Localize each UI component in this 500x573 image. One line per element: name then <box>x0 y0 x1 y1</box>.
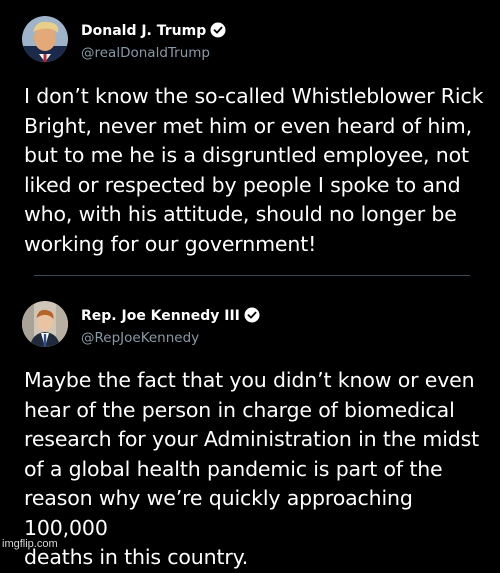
author-name[interactable]: Rep. Joe Kennedy III <box>81 308 240 324</box>
avatar-kennedy-image <box>22 301 68 347</box>
avatar[interactable] <box>22 16 68 62</box>
avatar[interactable] <box>22 301 68 347</box>
tweet-text: I don’t know the so-called Whistleblower… <box>24 84 484 256</box>
author-handle[interactable]: @realDonaldTrump <box>81 45 226 61</box>
avatar-trump-image <box>22 16 68 62</box>
divider <box>34 275 470 276</box>
tweet-text: Maybe the fact that you didn’t know or e… <box>24 368 480 569</box>
verified-badge-icon <box>244 307 260 327</box>
author-handle[interactable]: @RepJoeKennedy <box>81 330 260 346</box>
author-name[interactable]: Donald J. Trump <box>81 23 206 39</box>
verified-badge-icon <box>210 22 226 42</box>
watermark: imgflip.com <box>2 538 58 550</box>
tweet-trump[interactable]: Donald J. Trump @realDonaldTrump I don’t… <box>0 0 500 275</box>
tweet-kennedy[interactable]: Rep. Joe Kennedy III @RepJoeKennedy Mayb… <box>0 287 500 569</box>
